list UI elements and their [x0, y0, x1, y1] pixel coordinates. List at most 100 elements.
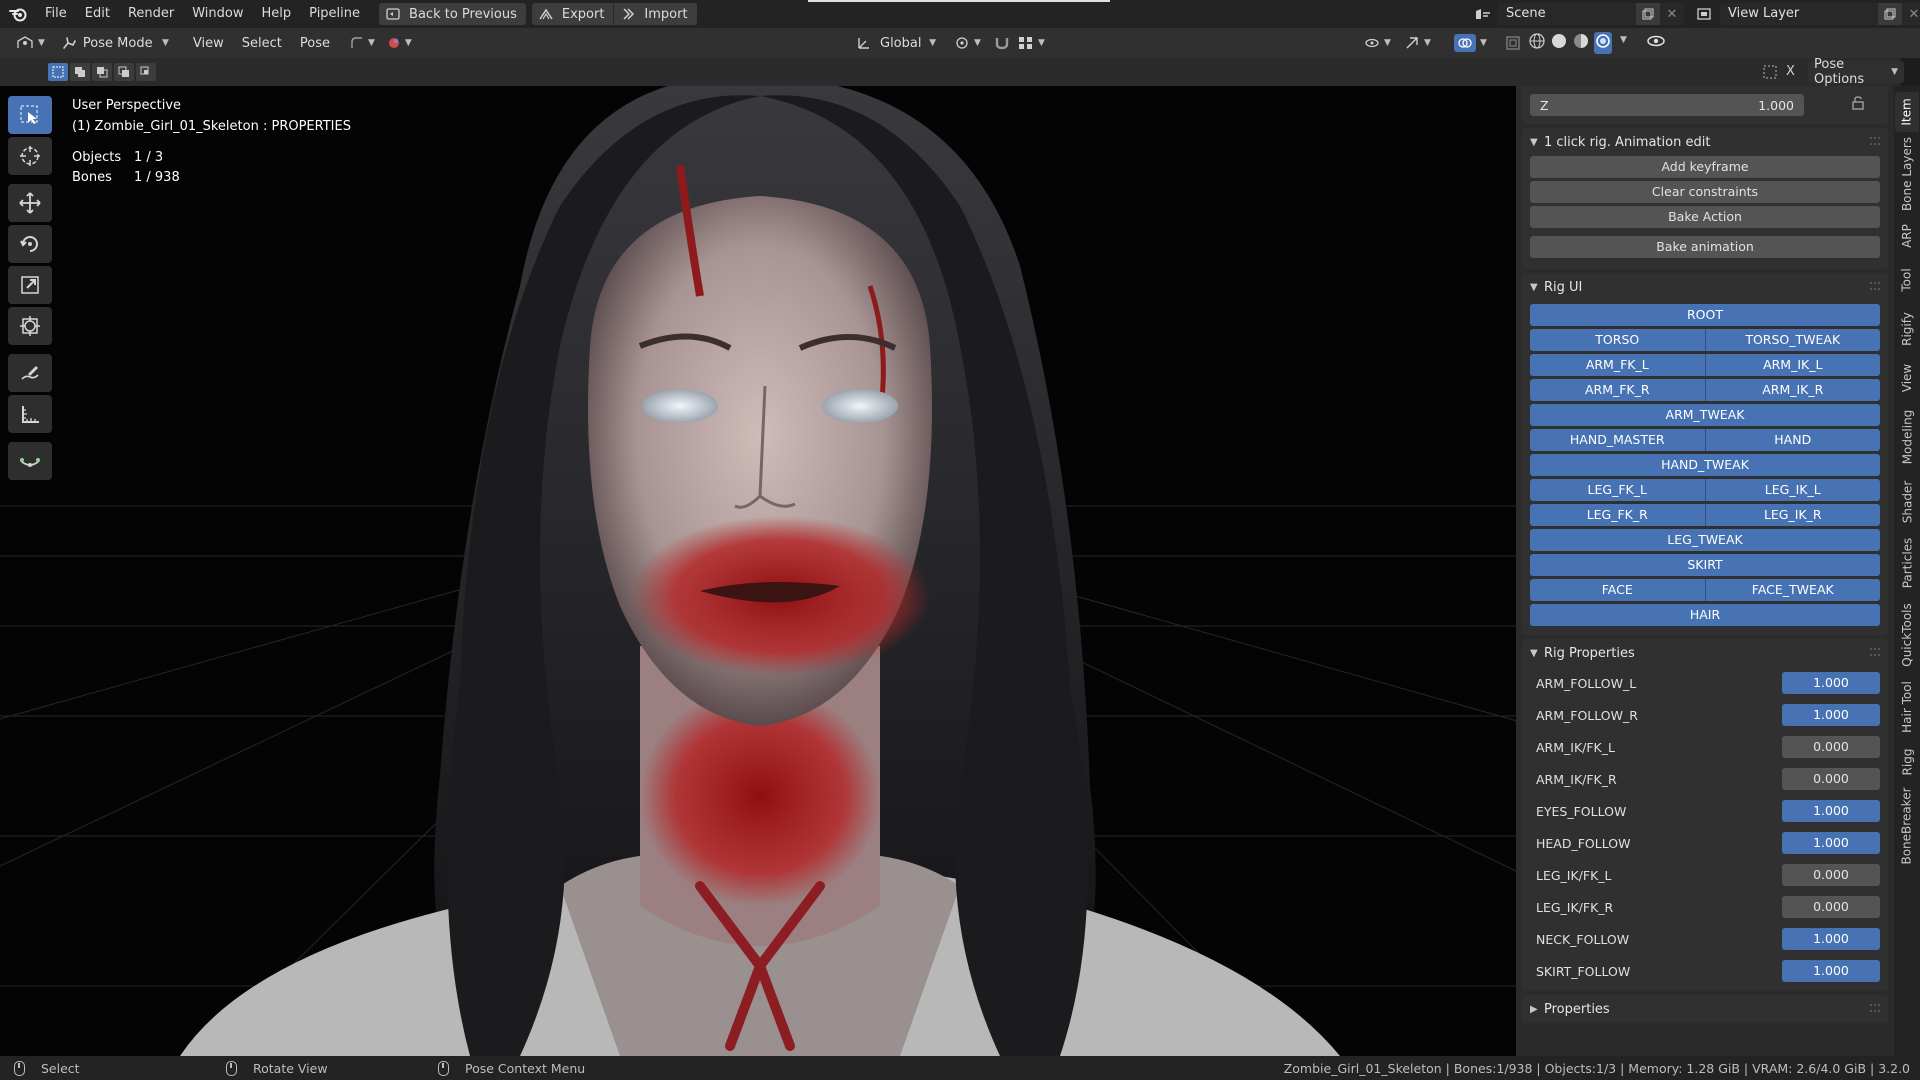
rig-property-value-field[interactable]: 1.000: [1782, 832, 1880, 854]
rig-property-value-field[interactable]: 1.000: [1782, 672, 1880, 694]
sidebar-tab-particles[interactable]: Particles: [1895, 532, 1919, 594]
drag-grip-icon[interactable]: [1870, 282, 1880, 290]
export-button[interactable]: Export: [531, 3, 615, 25]
tool-options-icon[interactable]: [1762, 64, 1778, 84]
rendered-shading-icon[interactable]: [1594, 32, 1612, 54]
material-shading-icon[interactable]: [1572, 32, 1590, 54]
rig-properties-header[interactable]: ▼ Rig Properties: [1522, 639, 1888, 667]
blender-logo-icon[interactable]: [0, 0, 36, 28]
scale-tool[interactable]: [8, 266, 52, 304]
sidebar-tab-rigify[interactable]: Rigify: [1895, 304, 1919, 354]
sidebar-tab-modeling[interactable]: Modeling: [1895, 402, 1919, 472]
lock-icon[interactable]: [1850, 95, 1866, 115]
new-view-layer-icon[interactable]: [1878, 3, 1902, 25]
menu-help[interactable]: Help: [253, 0, 301, 28]
visibility-eye-icon[interactable]: [1646, 32, 1666, 54]
annotate-tool[interactable]: [8, 354, 52, 392]
shading-options-chevron-icon[interactable]: ▼: [1620, 35, 1627, 54]
rotate-tool[interactable]: [8, 225, 52, 263]
menu-file[interactable]: File: [36, 0, 76, 28]
select-new-icon[interactable]: [48, 63, 68, 81]
rig-layer-skirt-button[interactable]: SKIRT: [1530, 554, 1880, 576]
select-intersect-icon[interactable]: [136, 63, 156, 81]
scale-z-field[interactable]: Z 1.000: [1530, 94, 1804, 116]
pose-snap-dropdown[interactable]: ▼: [344, 32, 381, 54]
measure-tool[interactable]: [8, 395, 52, 433]
rig-layer-leg-tweak-button[interactable]: LEG_TWEAK: [1530, 529, 1880, 551]
rig-property-value-field[interactable]: 1.000: [1782, 960, 1880, 982]
pose-options-dropdown[interactable]: Pose Options ▼: [1808, 57, 1904, 87]
selectability-dropdown[interactable]: ▼: [1358, 32, 1397, 54]
sidebar-tab-shader[interactable]: Shader: [1895, 476, 1919, 528]
rig-ui-header[interactable]: ▼ Rig UI: [1522, 273, 1888, 301]
rig-layer-hand-button[interactable]: HAND: [1704, 429, 1880, 451]
clear-constraints-button[interactable]: Clear constraints: [1530, 181, 1880, 203]
rig-property-value-field[interactable]: 0.000: [1782, 864, 1880, 886]
menu-pose[interactable]: Pose: [294, 32, 336, 54]
sidebar-tab-quicktools[interactable]: QuickTools: [1895, 598, 1919, 672]
delete-scene-icon[interactable]: ✕: [1660, 3, 1684, 25]
3d-viewport[interactable]: User Perspective (1) Zombie_Girl_01_Skel…: [0, 86, 1516, 1056]
sidebar-tab-tool[interactable]: Tool: [1895, 260, 1919, 300]
rig-property-value-field[interactable]: 1.000: [1782, 800, 1880, 822]
move-tool[interactable]: [8, 184, 52, 222]
select-extend-icon[interactable]: [70, 63, 90, 81]
solid-shading-icon[interactable]: [1550, 32, 1568, 54]
autokey-dropdown[interactable]: ▼: [381, 32, 418, 54]
drag-grip-icon[interactable]: [1870, 1004, 1880, 1012]
rig-layer-arm-ik-r-button[interactable]: ARM_IK_R: [1704, 379, 1880, 401]
animation-edit-header[interactable]: ▼ 1 click rig. Animation edit: [1522, 128, 1888, 156]
rig-layer-leg-fk-l-button[interactable]: LEG_FK_L: [1530, 479, 1705, 501]
snap-target-dropdown[interactable]: ▼: [1012, 32, 1051, 54]
sidebar-tab-item[interactable]: Item: [1895, 92, 1919, 132]
menu-pipeline[interactable]: Pipeline: [300, 0, 369, 28]
xray-toggle[interactable]: [1500, 32, 1526, 54]
wireframe-shading-icon[interactable]: [1528, 32, 1546, 54]
back-to-previous-button[interactable]: Back to Previous: [379, 3, 526, 25]
rig-property-value-field[interactable]: 0.000: [1782, 896, 1880, 918]
transform-orientation-dropdown[interactable]: Global ▼: [850, 32, 942, 54]
rig-layer-hand-master-button[interactable]: HAND_MASTER: [1530, 429, 1705, 451]
sidebar-tab-view[interactable]: View: [1895, 358, 1919, 398]
mode-dropdown[interactable]: Pose Mode ▼: [55, 32, 175, 54]
drag-grip-icon[interactable]: [1870, 137, 1880, 145]
rig-layer-arm-ik-l-button[interactable]: ARM_IK_L: [1704, 354, 1880, 376]
rig-layer-face-button[interactable]: FACE: [1530, 579, 1705, 601]
scene-name-field[interactable]: Scene: [1498, 3, 1636, 25]
rig-layer-arm-fk-r-button[interactable]: ARM_FK_R: [1530, 379, 1705, 401]
editor-type-dropdown[interactable]: ▼: [10, 32, 51, 54]
select-subtract-icon[interactable]: [92, 63, 112, 81]
properties-header[interactable]: ▶ Properties: [1522, 995, 1888, 1023]
new-scene-icon[interactable]: [1636, 3, 1660, 25]
sidebar-tab-bonebreaker[interactable]: BoneBreaker: [1895, 786, 1919, 866]
menu-edit[interactable]: Edit: [76, 0, 119, 28]
rig-property-value-field[interactable]: 0.000: [1782, 736, 1880, 758]
rig-layer-hair-button[interactable]: HAIR: [1530, 604, 1880, 626]
cursor-tool[interactable]: [8, 137, 52, 175]
gizmo-dropdown[interactable]: ▼: [1398, 32, 1437, 54]
bake-action-button[interactable]: Bake Action: [1530, 206, 1880, 228]
rig-property-value-field[interactable]: 1.000: [1782, 704, 1880, 726]
rig-layer-root-button[interactable]: ROOT: [1530, 304, 1880, 326]
rig-property-value-field[interactable]: 1.000: [1782, 928, 1880, 950]
bake-animation-button[interactable]: Bake animation: [1530, 236, 1880, 258]
menu-window[interactable]: Window: [183, 0, 252, 28]
rig-layer-torso-tweak-button[interactable]: TORSO_TWEAK: [1704, 329, 1880, 351]
pivot-point-dropdown[interactable]: ▼: [948, 32, 987, 54]
view-layer-selector[interactable]: View Layer ✕: [1690, 3, 1920, 25]
overlays-dropdown[interactable]: ▼: [1448, 32, 1493, 54]
add-keyframe-button[interactable]: Add keyframe: [1530, 156, 1880, 178]
rig-property-value-field[interactable]: 0.000: [1782, 768, 1880, 790]
menu-select[interactable]: Select: [236, 32, 288, 54]
view-layer-name-field[interactable]: View Layer: [1720, 3, 1878, 25]
drag-grip-icon[interactable]: [1870, 648, 1880, 656]
sidebar-tab-bone-layers[interactable]: Bone Layers: [1895, 136, 1919, 212]
transform-tool[interactable]: [8, 307, 52, 345]
rig-layer-leg-ik-r-button[interactable]: LEG_IK_R: [1704, 504, 1880, 526]
select-invert-icon[interactable]: [114, 63, 134, 81]
rig-layer-leg-fk-r-button[interactable]: LEG_FK_R: [1530, 504, 1705, 526]
x-mirror-icon[interactable]: X: [1786, 64, 1795, 79]
sidebar-tab-rigg[interactable]: Rigg: [1895, 742, 1919, 782]
rig-layer-arm-fk-l-button[interactable]: ARM_FK_L: [1530, 354, 1705, 376]
rig-layer-hand-tweak-button[interactable]: HAND_TWEAK: [1530, 454, 1880, 476]
